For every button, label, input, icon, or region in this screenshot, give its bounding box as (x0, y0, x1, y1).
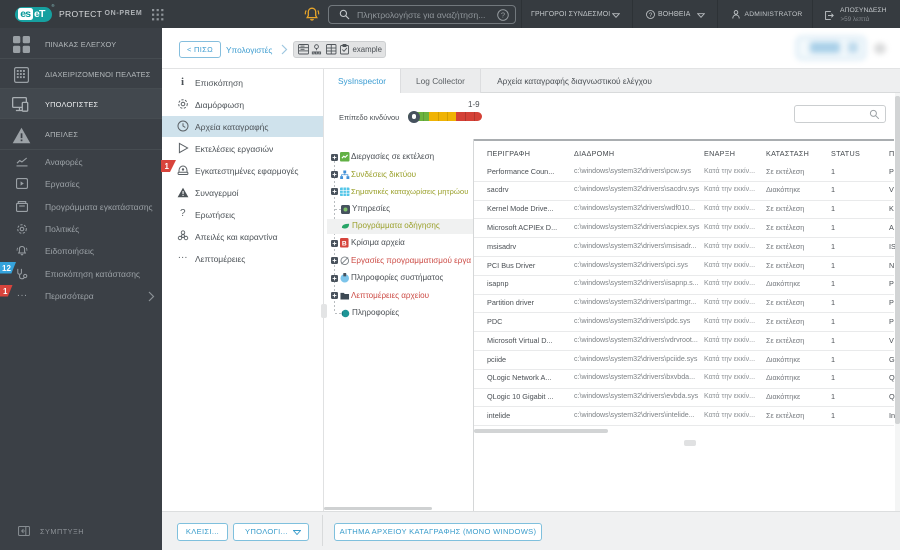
svg-text:B: B (342, 241, 347, 248)
svg-text:?: ? (501, 10, 505, 19)
